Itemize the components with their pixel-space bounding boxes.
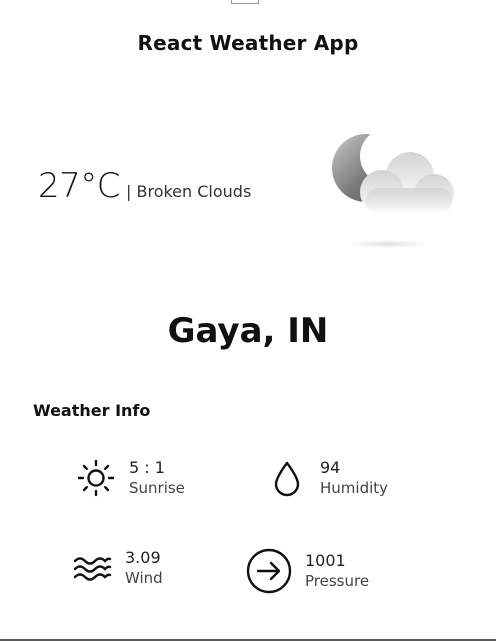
temperature: 27°C [38,166,121,206]
humidity-label: Humidity [320,479,389,497]
moon-clouds-icon [326,128,458,252]
app-title: React Weather App [137,31,359,55]
wind-label: Wind [125,569,163,587]
info-item-sunrise: 5 : 1 Sunrise [75,457,185,499]
pressure-label: Pressure [305,572,370,590]
info-item-humidity: 94 Humidity [266,457,388,499]
wind-value: 3.09 [125,548,161,567]
weather-summary: 27°C | Broken Clouds [38,166,251,206]
pressure-value: 1001 [305,551,346,570]
info-item-pressure: 1001 Pressure [245,547,369,595]
weather-description: | Broken Clouds [126,182,252,201]
pressure-icon [245,547,293,595]
sunrise-value: 5 : 1 [129,458,165,477]
weather-info-heading: Weather Info [33,401,151,420]
city-name: Gaya, IN [167,311,329,351]
sunrise-label: Sunrise [129,479,185,497]
window-handle [231,0,259,4]
droplet-icon [266,457,308,499]
wind-icon [71,547,113,589]
info-item-wind: 3.09 Wind [71,547,163,589]
sun-icon [75,457,117,499]
humidity-value: 94 [320,458,341,477]
